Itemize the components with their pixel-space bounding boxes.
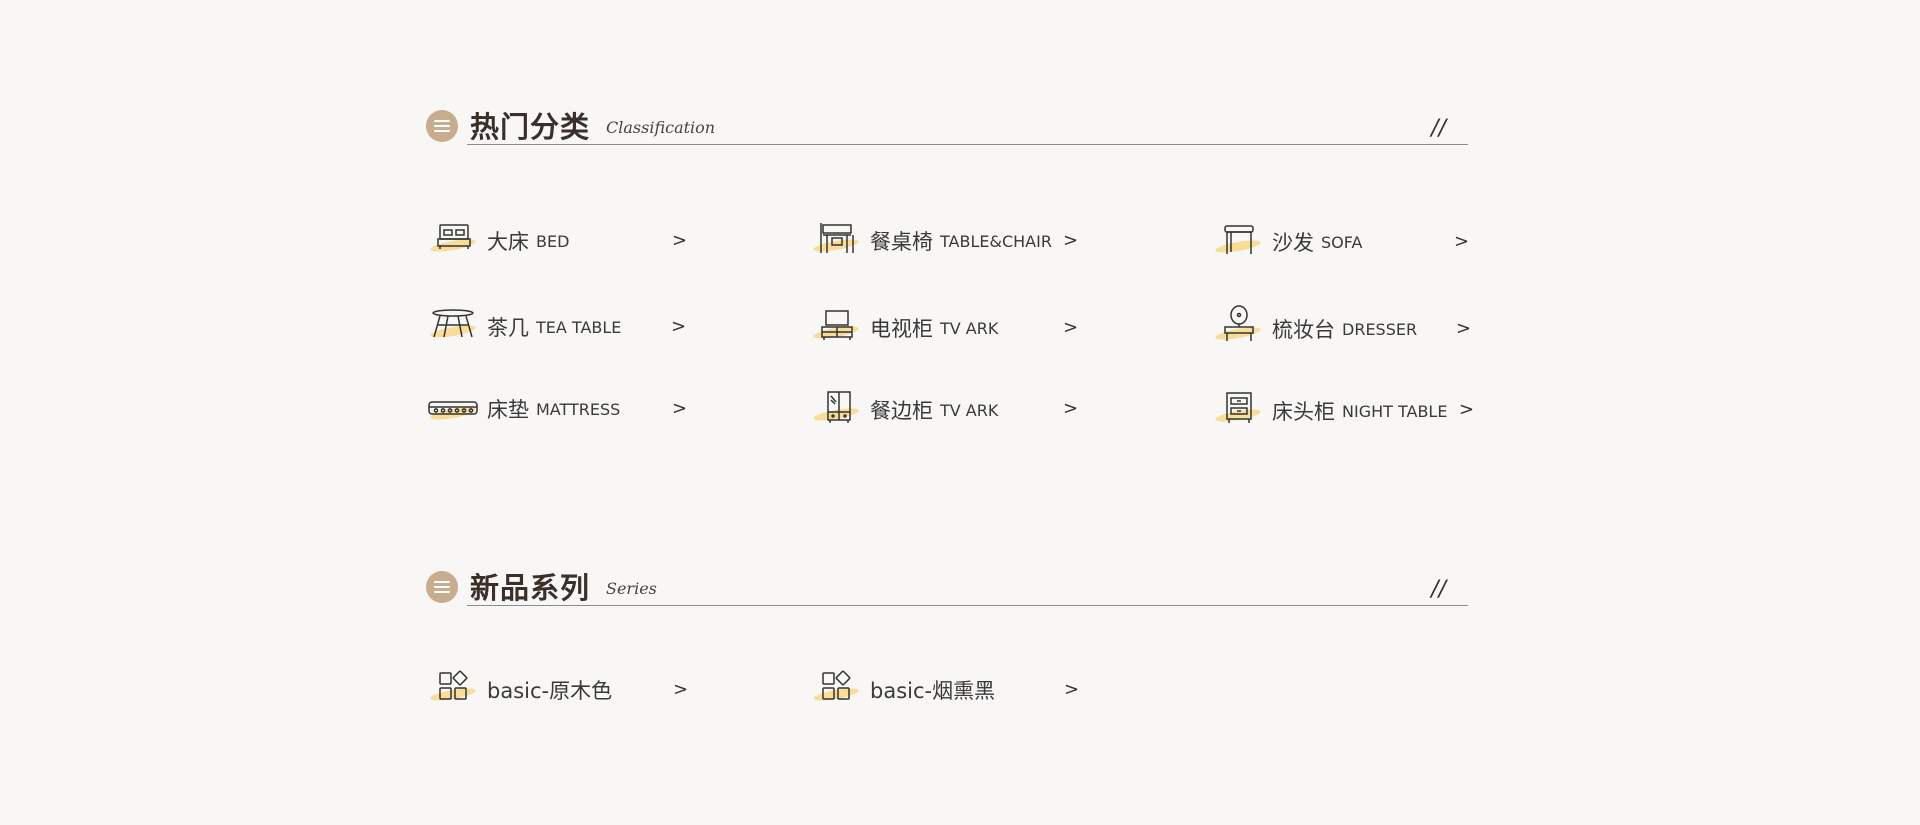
- category-item-sideboard[interactable]: 餐边柜 TV ARK: [811, 388, 998, 432]
- section-slash: //: [1431, 116, 1446, 141]
- category-item-mattress[interactable]: 床垫 MATTRESS: [428, 387, 620, 431]
- new-series-header: 新品系列 Series //: [425, 563, 1468, 607]
- section-subtitle: Classification: [606, 118, 716, 137]
- section-divider: [467, 144, 1468, 145]
- category-label-cn: 餐边柜: [870, 399, 933, 423]
- category-label-cn: 茶几: [487, 316, 529, 340]
- section-subtitle: Series: [606, 579, 657, 598]
- tea-table-arrow[interactable]: >: [671, 316, 686, 337]
- section-title: 热门分类: [470, 110, 591, 144]
- bed-icon: [428, 219, 478, 263]
- series-item-natural-wood[interactable]: basic-原木色: [428, 668, 612, 712]
- tv-cabinet-icon: [811, 306, 861, 350]
- category-label-en: SOFA: [1321, 232, 1363, 252]
- series-arrow[interactable]: >: [1064, 679, 1079, 700]
- bed-arrow[interactable]: >: [672, 230, 687, 251]
- category-label-en: TV ARK: [940, 318, 999, 338]
- nightstand-icon: [1213, 389, 1263, 433]
- section-divider: [467, 605, 1468, 606]
- sideboard-icon: [811, 388, 861, 432]
- table-chair-icon: [811, 219, 861, 263]
- series-arrow[interactable]: >: [673, 679, 688, 700]
- dresser-icon: [1213, 305, 1263, 351]
- section-slash: //: [1431, 577, 1446, 602]
- menu-icon[interactable]: [426, 110, 458, 142]
- category-label-en: BED: [536, 231, 570, 251]
- category-label-cn: 床头柜: [1272, 400, 1335, 424]
- category-label-cn: 梳妆台: [1272, 318, 1335, 342]
- category-item-nightstand[interactable]: 床头柜 NIGHT TABLE: [1213, 389, 1447, 433]
- category-label-cn: 大床: [487, 230, 529, 254]
- category-label-cn: 餐桌椅: [870, 230, 933, 254]
- category-item-tv-cabinet[interactable]: 电视柜 TV ARK: [811, 306, 998, 350]
- sofa-arrow[interactable]: >: [1454, 231, 1469, 252]
- menu-icon[interactable]: [426, 571, 458, 603]
- category-label-en: NIGHT TABLE: [1342, 401, 1448, 421]
- category-label-en: TABLE&CHAIR: [940, 231, 1052, 251]
- nightstand-arrow[interactable]: >: [1459, 399, 1474, 420]
- tv-cabinet-arrow[interactable]: >: [1063, 317, 1078, 338]
- category-label-en: DRESSER: [1342, 319, 1418, 339]
- page: 热门分类 Classification // 大床 BED > 餐桌椅 TABL…: [0, 0, 1920, 825]
- blocks-icon: [811, 668, 861, 712]
- series-label: basic-原木色: [487, 679, 613, 703]
- sideboard-arrow[interactable]: >: [1063, 398, 1078, 419]
- mattress-arrow[interactable]: >: [672, 398, 687, 419]
- blocks-icon: [428, 668, 478, 712]
- sofa-icon: [1213, 220, 1263, 264]
- category-label-cn: 床垫: [487, 398, 529, 422]
- category-item-dresser[interactable]: 梳妆台 DRESSER: [1213, 305, 1418, 351]
- series-label: basic-烟熏黑: [870, 679, 996, 703]
- hot-categories-header: 热门分类 Classification //: [425, 102, 1468, 146]
- category-label-en: TEA TABLE: [536, 317, 622, 337]
- section-title: 新品系列: [470, 571, 591, 605]
- dresser-arrow[interactable]: >: [1456, 318, 1471, 339]
- mattress-icon: [428, 387, 478, 431]
- category-item-bed[interactable]: 大床 BED: [428, 219, 569, 263]
- series-item-smoked-black[interactable]: basic-烟熏黑: [811, 668, 995, 712]
- category-label-en: TV ARK: [940, 400, 999, 420]
- table-chair-arrow[interactable]: >: [1063, 230, 1078, 251]
- tea-table-icon: [428, 305, 478, 349]
- category-label-cn: 沙发: [1272, 231, 1314, 255]
- category-label-cn: 电视柜: [870, 317, 933, 341]
- category-item-table-chair[interactable]: 餐桌椅 TABLE&CHAIR: [811, 219, 1052, 263]
- category-label-en: MATTRESS: [536, 399, 621, 419]
- category-item-sofa[interactable]: 沙发 SOFA: [1213, 220, 1362, 264]
- category-item-tea-table[interactable]: 茶几 TEA TABLE: [428, 305, 621, 349]
